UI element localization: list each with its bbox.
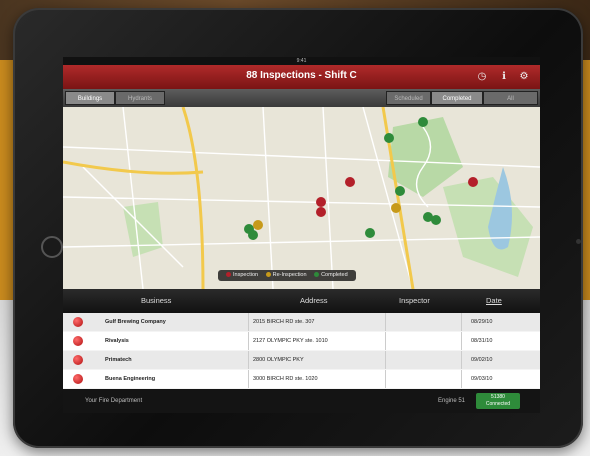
map-marker-completed (418, 117, 428, 127)
table-row[interactable]: Gulf Brewing Company 2015 BIRCH RD ste. … (63, 313, 540, 331)
map-marker-completed (384, 133, 394, 143)
cell-address: 3000 BIRCH RD ste. 1020 (253, 376, 318, 382)
info-icon[interactable]: ℹ (497, 70, 511, 84)
map-canvas[interactable] (63, 107, 540, 289)
map-marker-re-inspection (391, 203, 401, 213)
park-area (123, 202, 163, 257)
clock-icon[interactable]: ◷ (475, 70, 489, 84)
cell-date: 09/03/10 (471, 376, 493, 382)
footer-bar: Your Fire Department Engine 51 51380 Con… (63, 389, 540, 413)
column-business[interactable]: Business (141, 296, 171, 305)
map-marker-inspection (345, 177, 355, 187)
cell-address: 2127 OLYMPIC PKY ste. 1010 (253, 338, 328, 344)
legend-completed: Completed (321, 272, 348, 278)
column-inspector[interactable]: Inspector (399, 296, 430, 305)
table-header: Business Address Inspector Date (63, 289, 540, 313)
table-row[interactable]: Primatech 2800 OLYMPIC PKY 09/02/10 (63, 351, 540, 369)
tab-hydrants[interactable]: Hydrants (115, 91, 165, 105)
cell-business: Gulf Brewing Company (105, 319, 166, 325)
map-marker-re-inspection (253, 220, 263, 230)
inspections-table: Gulf Brewing Company 2015 BIRCH RD ste. … (63, 313, 540, 391)
cell-business: Primatech (105, 357, 132, 363)
status-dot-icon (73, 317, 83, 327)
map-marker-inspection (468, 177, 478, 187)
badge-id: 51380 (491, 394, 505, 400)
map-marker-inspection (316, 207, 326, 217)
column-date[interactable]: Date (486, 296, 502, 305)
cell-date: 09/02/10 (471, 357, 493, 363)
map-marker-completed (395, 186, 405, 196)
cell-address: 2015 BIRCH RD ste. 307 (253, 319, 315, 325)
tab-all[interactable]: All (483, 91, 538, 105)
legend-re-inspection: Re-Inspection (272, 272, 307, 278)
cell-business: Buena Engineering (105, 376, 156, 382)
title-bar: 88 Inspections - Shift C ◷ ℹ ⚙ (63, 65, 540, 89)
cell-date: 08/29/10 (471, 319, 493, 325)
badge-status: Connected (485, 401, 511, 407)
column-address[interactable]: Address (300, 296, 328, 305)
status-bar: 9:41 (63, 57, 540, 65)
map-legend: Inspection Re-Inspection Completed (218, 270, 356, 281)
app-screen: 9:41 88 Inspections - Shift C ◷ ℹ ⚙ Buil… (63, 57, 540, 413)
status-dot-icon (73, 374, 83, 384)
connection-badge[interactable]: 51380 Connected (476, 393, 520, 409)
department-name: Your Fire Department (85, 398, 143, 404)
engine-label: Engine 51 (438, 398, 466, 404)
gear-icon[interactable]: ⚙ (517, 70, 531, 84)
cell-address: 2800 OLYMPIC PKY (253, 357, 304, 363)
map-marker-completed (248, 230, 258, 240)
tab-buildings[interactable]: Buildings (65, 91, 115, 105)
camera-icon (576, 239, 581, 244)
status-dot-icon (73, 355, 83, 365)
home-button[interactable] (41, 236, 63, 258)
legend-inspection: Inspection (233, 272, 259, 278)
cell-business: Rivalysis (105, 338, 129, 344)
table-row[interactable]: Rivalysis 2127 OLYMPIC PKY ste. 1010 08/… (63, 332, 540, 350)
status-dot-icon (73, 336, 83, 346)
map-marker-completed (365, 228, 375, 238)
table-row[interactable]: Buena Engineering 3000 BIRCH RD ste. 102… (63, 370, 540, 388)
park-area (388, 117, 463, 197)
page-title: 88 Inspections - Shift C (246, 70, 357, 81)
map-view[interactable]: Inspection Re-Inspection Completed (63, 107, 540, 289)
tab-completed[interactable]: Completed (431, 91, 483, 105)
map-marker-completed (431, 215, 441, 225)
map-marker-inspection (316, 197, 326, 207)
cell-date: 08/31/10 (471, 338, 493, 344)
status-time: 9:41 (296, 58, 307, 64)
tab-bar: Buildings Hydrants Scheduled Completed A… (63, 89, 540, 107)
tab-scheduled[interactable]: Scheduled (386, 91, 431, 105)
